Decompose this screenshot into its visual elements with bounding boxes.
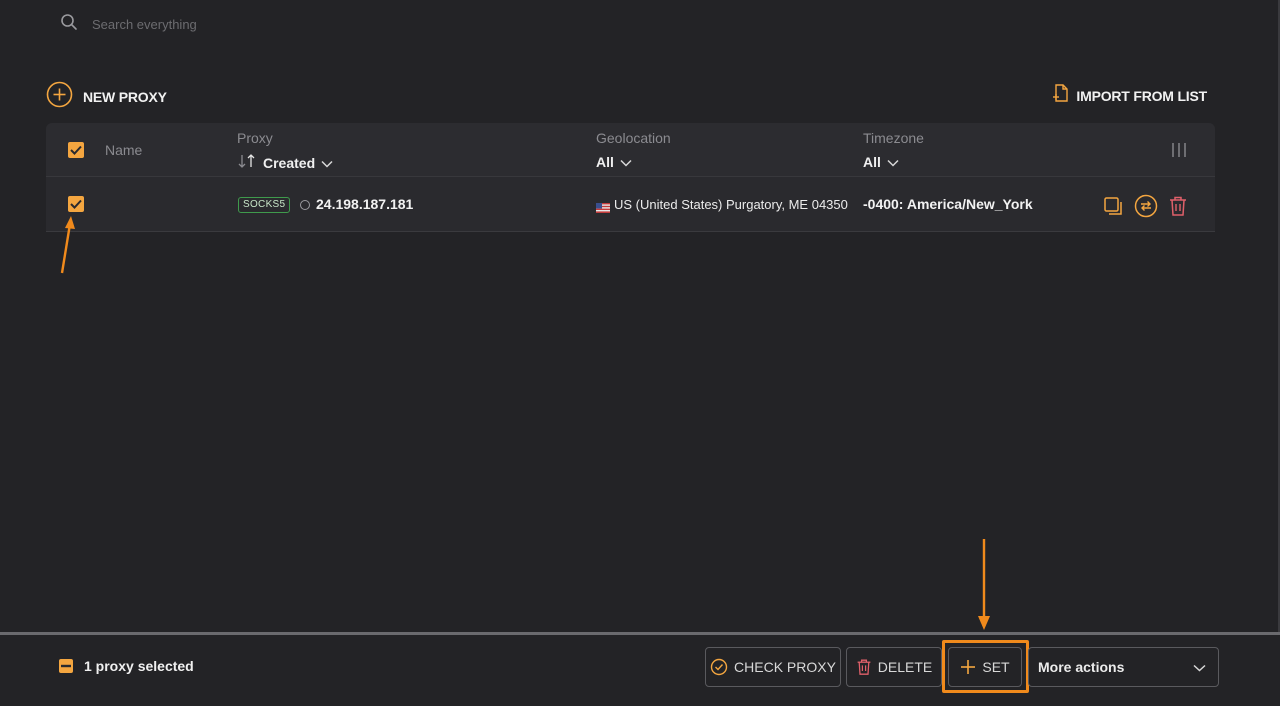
check-circle-icon — [710, 658, 728, 676]
trash-icon — [857, 659, 871, 675]
check-icon — [70, 145, 82, 155]
chevron-down-icon — [887, 154, 899, 170]
minus-icon — [61, 664, 71, 668]
row-actions — [1102, 194, 1188, 223]
column-header-proxy: Proxy — [237, 130, 273, 146]
more-actions-dropdown[interactable]: More actions — [1028, 647, 1219, 687]
table-row[interactable]: SOCKS5 24.198.187.181 US (United States)… — [46, 177, 1215, 232]
column-header-geolocation: Geolocation — [596, 130, 671, 146]
annotation-arrow-checkbox — [60, 216, 75, 274]
new-proxy-button[interactable]: NEW PROXY — [46, 81, 167, 113]
row-checkbox[interactable] — [68, 196, 84, 212]
columns-icon[interactable] — [1171, 142, 1187, 163]
proxy-sort-label: Created — [263, 154, 316, 171]
deselect-checkbox[interactable] — [59, 659, 73, 673]
selection-count: 1 proxy selected — [84, 658, 194, 674]
set-button[interactable]: SET — [948, 647, 1022, 687]
select-all-checkbox[interactable] — [68, 142, 84, 158]
annotation-arrow-set — [978, 539, 990, 630]
proxy-ip: 24.198.187.181 — [316, 196, 414, 212]
proxy-type-badge: SOCKS5 — [238, 197, 291, 213]
import-file-icon — [1052, 83, 1070, 108]
check-icon — [70, 199, 82, 209]
check-proxy-label: CHECK PROXY — [734, 659, 836, 675]
us-flag-icon — [596, 200, 610, 213]
table-header: Name Proxy Created Geolocation All Timez… — [46, 123, 1215, 177]
geolocation-value: US (United States) Purgatory, ME 04350 — [614, 197, 848, 212]
geolocation-filter-label: All — [596, 154, 614, 170]
selection-footer: 1 proxy selected CHECK PROXY DELETE SET … — [0, 635, 1280, 706]
proxy-manager-page: NEW PROXY IMPORT FROM LIST Name Proxy Cr… — [0, 0, 1280, 706]
sort-icon — [237, 154, 257, 171]
status-dot-icon — [300, 200, 310, 210]
proxy-table: Name Proxy Created Geolocation All Timez… — [46, 123, 1215, 232]
delete-button[interactable]: DELETE — [846, 647, 942, 687]
timezone-filter-label: All — [863, 154, 881, 170]
search-bar[interactable] — [60, 12, 392, 36]
timezone-filter[interactable]: All — [863, 154, 899, 170]
check-proxy-button[interactable]: CHECK PROXY — [705, 647, 841, 687]
column-header-name[interactable]: Name — [105, 142, 142, 158]
new-proxy-label: NEW PROXY — [83, 89, 167, 105]
search-icon — [60, 13, 78, 36]
trash-icon[interactable] — [1168, 195, 1188, 222]
swap-icon[interactable] — [1134, 194, 1158, 223]
import-from-list-label: IMPORT FROM LIST — [1076, 87, 1207, 104]
chevron-down-icon — [620, 154, 632, 170]
chevron-down-icon — [321, 155, 333, 171]
delete-label: DELETE — [877, 659, 933, 675]
more-actions-label: More actions — [1038, 659, 1125, 675]
set-label: SET — [982, 659, 1010, 675]
column-header-timezone: Timezone — [863, 130, 924, 146]
geolocation-filter[interactable]: All — [596, 154, 632, 170]
search-input[interactable] — [92, 16, 392, 32]
import-from-list-button[interactable]: IMPORT FROM LIST — [1052, 83, 1207, 108]
copy-icon[interactable] — [1102, 195, 1124, 222]
plus-icon — [961, 660, 976, 674]
plus-circle-icon — [46, 81, 73, 113]
timezone-value: -0400: America/New_York — [863, 196, 1033, 212]
chevron-down-icon — [1193, 659, 1206, 675]
proxy-sort-control[interactable]: Created — [237, 154, 333, 171]
